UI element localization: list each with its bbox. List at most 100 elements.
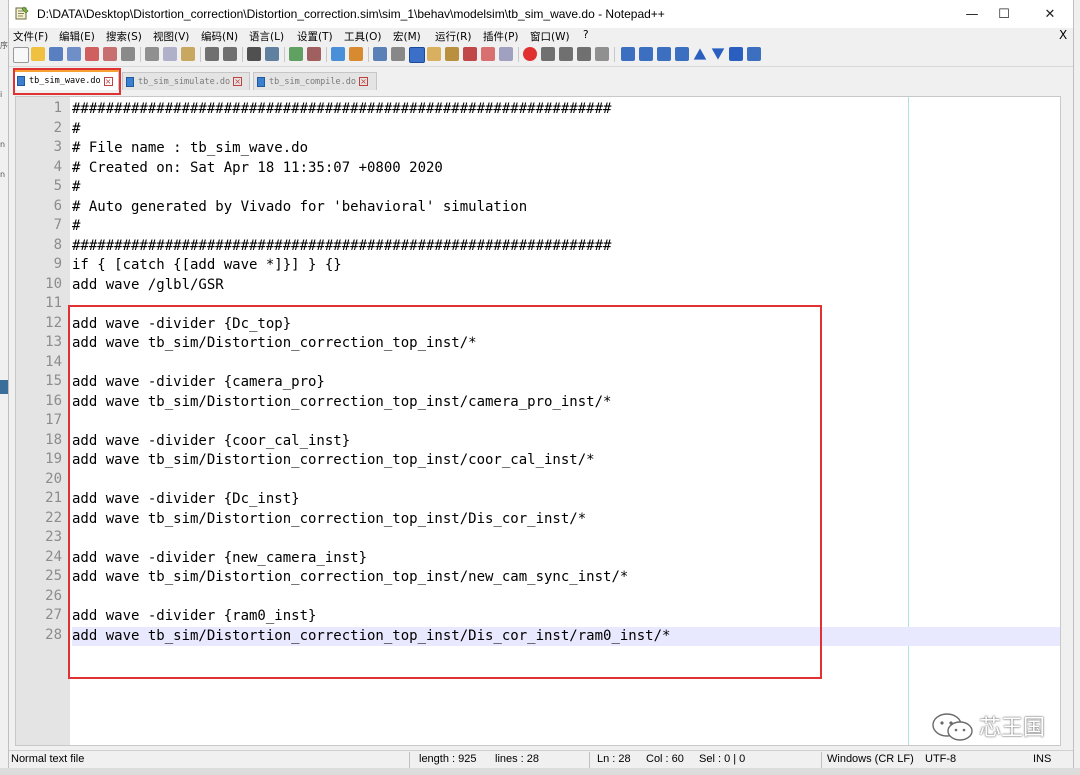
stop-macro-icon[interactable] [541,47,555,61]
watermark-text: 芯王国 [979,716,1046,741]
code-line[interactable]: add wave /glbl/GSR [72,276,1060,296]
line-number: 11 [45,295,62,311]
plugin-c-icon[interactable] [657,47,671,61]
doc-map-icon[interactable] [445,47,459,61]
line-number: 18 [45,431,62,448]
close-all-icon[interactable] [103,47,117,61]
menu-file[interactable]: 文件(F) [13,29,48,44]
close-button[interactable]: ✕ [1027,0,1073,28]
save-icon[interactable] [49,47,63,61]
code-line[interactable]: # [72,120,1060,140]
status-separator [589,752,590,768]
open-folder-icon[interactable] [31,47,45,61]
zoom-out-icon[interactable] [307,47,321,61]
tab-close-icon[interactable]: × [359,77,368,86]
save-all-icon[interactable] [67,47,81,61]
line-number: 26 [45,587,62,604]
paste-icon[interactable] [181,47,195,61]
zoom-in-icon[interactable] [289,47,303,61]
plugin-d-icon[interactable] [675,47,689,61]
indent-guide-icon[interactable] [409,47,425,63]
play-multiple-macro-icon[interactable] [577,47,591,61]
line-number: 5 [53,178,62,194]
line-number: 14 [45,353,62,370]
line-number: 13 [45,334,62,350]
title-bar[interactable]: D:\DATA\Desktop\Distortion_correction\Di… [9,0,1073,28]
background-fragment: n [0,140,6,149]
annotation-highlight-box [13,68,121,95]
toolbar [9,44,1073,67]
code-line[interactable]: if { [catch {[add wave *]}] } {} [72,256,1060,276]
code-line[interactable]: # File name : tb_sim_wave.do [72,139,1060,159]
close-document-button[interactable]: X [1059,28,1067,42]
menu-macro[interactable]: 宏(M) [393,29,421,44]
menu-settings[interactable]: 设置(T) [297,29,333,44]
undo-icon[interactable] [205,47,219,61]
find-icon[interactable] [247,47,261,61]
notepad-plus-plus-icon [15,6,29,20]
replace-icon[interactable] [265,47,279,61]
toolbar-separator [368,47,369,62]
udl-icon[interactable] [427,47,441,61]
code-line[interactable]: ########################################… [72,237,1060,257]
arrow-up-icon[interactable] [693,48,707,60]
maximize-button[interactable]: ☐ [981,0,1027,28]
status-lines: lines : 28 [495,753,540,765]
menu-search[interactable]: 搜索(S) [106,29,142,44]
folder-as-workspace-icon[interactable] [481,47,495,61]
code-line[interactable]: # Auto generated by Vivado for 'behavior… [72,198,1060,218]
redo-icon[interactable] [223,47,237,61]
tab-tb-sim-simulate[interactable]: tb_sim_simulate.do × [122,72,250,90]
save-macro-icon[interactable] [595,47,609,61]
plugin-b-icon[interactable] [639,47,653,61]
menu-bar: 文件(F) 编辑(E) 搜索(S) 视图(V) 编码(N) 语言(L) 设置(T… [9,28,1073,44]
code-line[interactable]: ########################################… [72,100,1060,120]
new-file-icon[interactable] [13,47,29,63]
word-wrap-icon[interactable] [373,47,387,61]
sync-vertical-icon[interactable] [331,47,345,61]
arrow-down-icon[interactable] [711,48,725,60]
menu-tools[interactable]: 工具(O) [344,29,381,44]
line-number: 7 [53,217,62,233]
line-number: 23 [45,529,62,545]
print-icon[interactable] [121,47,135,61]
menu-language[interactable]: 语言(L) [249,29,284,44]
cut-icon[interactable] [145,47,159,61]
play-macro-icon[interactable] [559,47,573,61]
menu-run[interactable]: 运行(R) [435,29,472,44]
code-line[interactable]: # [72,178,1060,198]
status-col: Col : 60 [646,753,684,765]
notepad-plus-plus-window: D:\DATA\Desktop\Distortion_correction\Di… [8,0,1074,775]
record-macro-icon[interactable] [523,47,537,61]
line-number: 27 [45,607,62,623]
function-list-icon[interactable] [463,47,477,61]
plugin-a-icon[interactable] [621,47,635,61]
status-separator [821,752,822,768]
close-file-icon[interactable] [85,47,99,61]
show-all-characters-icon[interactable] [391,47,405,61]
menu-encoding[interactable]: 编码(N) [201,29,238,44]
menu-window[interactable]: 窗口(W) [530,29,570,44]
line-number: 2 [53,119,62,136]
line-number: 12 [45,314,62,331]
menu-plugins[interactable]: 插件(P) [483,29,519,44]
line-number: 21 [45,490,62,506]
status-ln: Ln : 28 [597,753,631,765]
code-line[interactable]: # Created on: Sat Apr 18 11:35:07 +0800 … [72,159,1060,179]
copy-icon[interactable] [163,47,177,61]
line-number: 9 [53,256,62,272]
status-bar: Normal text file length : 925 lines : 28… [9,750,1073,769]
status-insert-mode: INS [1033,753,1052,765]
status-file-type: Normal text file [11,753,85,765]
plugin-e-icon[interactable] [729,47,743,61]
tab-label: tb_sim_simulate.do [138,76,231,87]
menu-view[interactable]: 视图(V) [153,29,189,44]
tab-close-icon[interactable]: × [233,77,243,86]
sync-horizontal-icon[interactable] [349,47,363,61]
plugin-f-icon[interactable] [747,47,761,61]
menu-edit[interactable]: 编辑(E) [59,29,95,44]
tab-tb-sim-compile[interactable]: tb_sim_compile.do × [253,72,377,90]
menu-help[interactable]: ? [583,29,589,41]
monitoring-icon[interactable] [499,47,513,61]
code-line[interactable]: # [72,217,1060,237]
